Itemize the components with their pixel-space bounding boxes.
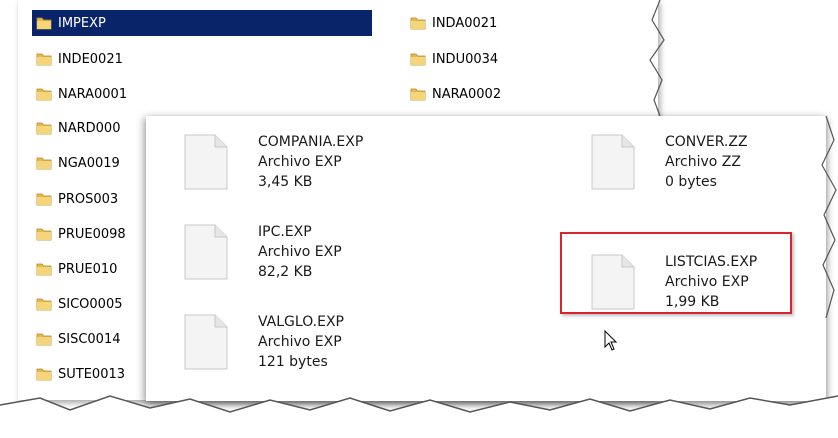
folder-item-prue010[interactable]: PRUE010 <box>32 256 117 282</box>
folder-label: PROS003 <box>58 191 119 207</box>
file-type: Archivo EXP <box>258 334 342 350</box>
folder-item-sisc0014[interactable]: SISC0014 <box>32 326 121 352</box>
file-type: Archivo ZZ <box>665 154 741 170</box>
folder-item-indu0034[interactable]: INDU0034 <box>406 46 498 72</box>
folder-item-nga0019[interactable]: NGA0019 <box>32 150 120 176</box>
folder-label: PRUE010 <box>58 261 118 277</box>
file-icon <box>591 134 635 190</box>
folder-item-nara0002[interactable]: NARA0002 <box>406 81 501 107</box>
file-list-window: COMPANIA.EXP Archivo EXP 3,45 KB CONVER.… <box>146 116 826 401</box>
folder-item-inde0021[interactable]: INDE0021 <box>32 46 123 72</box>
folder-icon <box>36 157 52 170</box>
folder-item-impexp[interactable]: IMPEXP <box>32 10 372 36</box>
folder-item-inda0021[interactable]: INDA0021 <box>406 10 497 36</box>
highlight-box <box>560 232 792 314</box>
file-size: 0 bytes <box>665 174 717 190</box>
file-type: Archivo EXP <box>258 244 342 260</box>
folder-icon <box>410 17 426 30</box>
file-icon <box>184 314 228 370</box>
folder-item-sute0013[interactable]: SUTE0013 <box>32 361 125 387</box>
file-size: 82,2 KB <box>258 264 313 280</box>
folder-label: NGA0019 <box>58 155 120 171</box>
file-name: CONVER.ZZ <box>665 134 748 150</box>
file-name: COMPANIA.EXP <box>258 134 364 150</box>
folder-label: SISC0014 <box>58 331 121 347</box>
file-tile-ipc[interactable]: IPC.EXP Archivo EXP 82,2 KB <box>184 222 424 286</box>
folder-icon <box>36 298 52 311</box>
folder-icon <box>36 88 52 101</box>
folder-label: NARA0001 <box>58 86 128 102</box>
folder-icon <box>410 53 426 66</box>
folder-item-nara0001[interactable]: NARA0001 <box>32 81 127 107</box>
folder-icon <box>36 368 52 381</box>
file-name: IPC.EXP <box>258 224 312 240</box>
folder-item-pros003[interactable]: PROS003 <box>32 186 118 212</box>
mouse-pointer-icon <box>604 330 618 351</box>
folder-label: PRUE0098 <box>58 226 126 242</box>
folder-label: INDU0034 <box>432 51 499 67</box>
file-tile-compania[interactable]: COMPANIA.EXP Archivo EXP 3,45 KB <box>184 132 424 196</box>
file-icon <box>184 134 228 190</box>
folder-label: NARD000 <box>58 120 121 136</box>
folder-item-sico0005[interactable]: SICO0005 <box>32 291 122 317</box>
folder-label: SUTE0013 <box>58 366 126 382</box>
folder-label: SICO0005 <box>58 296 123 312</box>
folder-item-nard000[interactable]: NARD000 <box>32 115 120 141</box>
folder-item-prue0098[interactable]: PRUE0098 <box>32 221 126 247</box>
file-type: Archivo EXP <box>258 154 342 170</box>
folder-label: INDE0021 <box>58 51 123 67</box>
folder-icon <box>410 88 426 101</box>
file-tile-valglo[interactable]: VALGLO.EXP Archivo EXP 121 bytes <box>184 312 424 376</box>
folder-icon <box>36 17 52 30</box>
folder-label: NARA0002 <box>432 86 502 102</box>
folder-label: IMPEXP <box>58 15 106 31</box>
file-size: 121 bytes <box>258 354 328 370</box>
file-icon <box>184 224 228 280</box>
folder-icon <box>36 53 52 66</box>
folder-icon <box>36 122 52 135</box>
folder-icon <box>36 263 52 276</box>
folder-label: INDA0021 <box>432 15 498 31</box>
file-size: 3,45 KB <box>258 174 313 190</box>
folder-icon <box>36 193 52 206</box>
file-tile-conver[interactable]: CONVER.ZZ Archivo ZZ 0 bytes <box>591 132 831 196</box>
folder-icon <box>36 228 52 241</box>
file-name: VALGLO.EXP <box>258 314 344 330</box>
folder-icon <box>36 333 52 346</box>
